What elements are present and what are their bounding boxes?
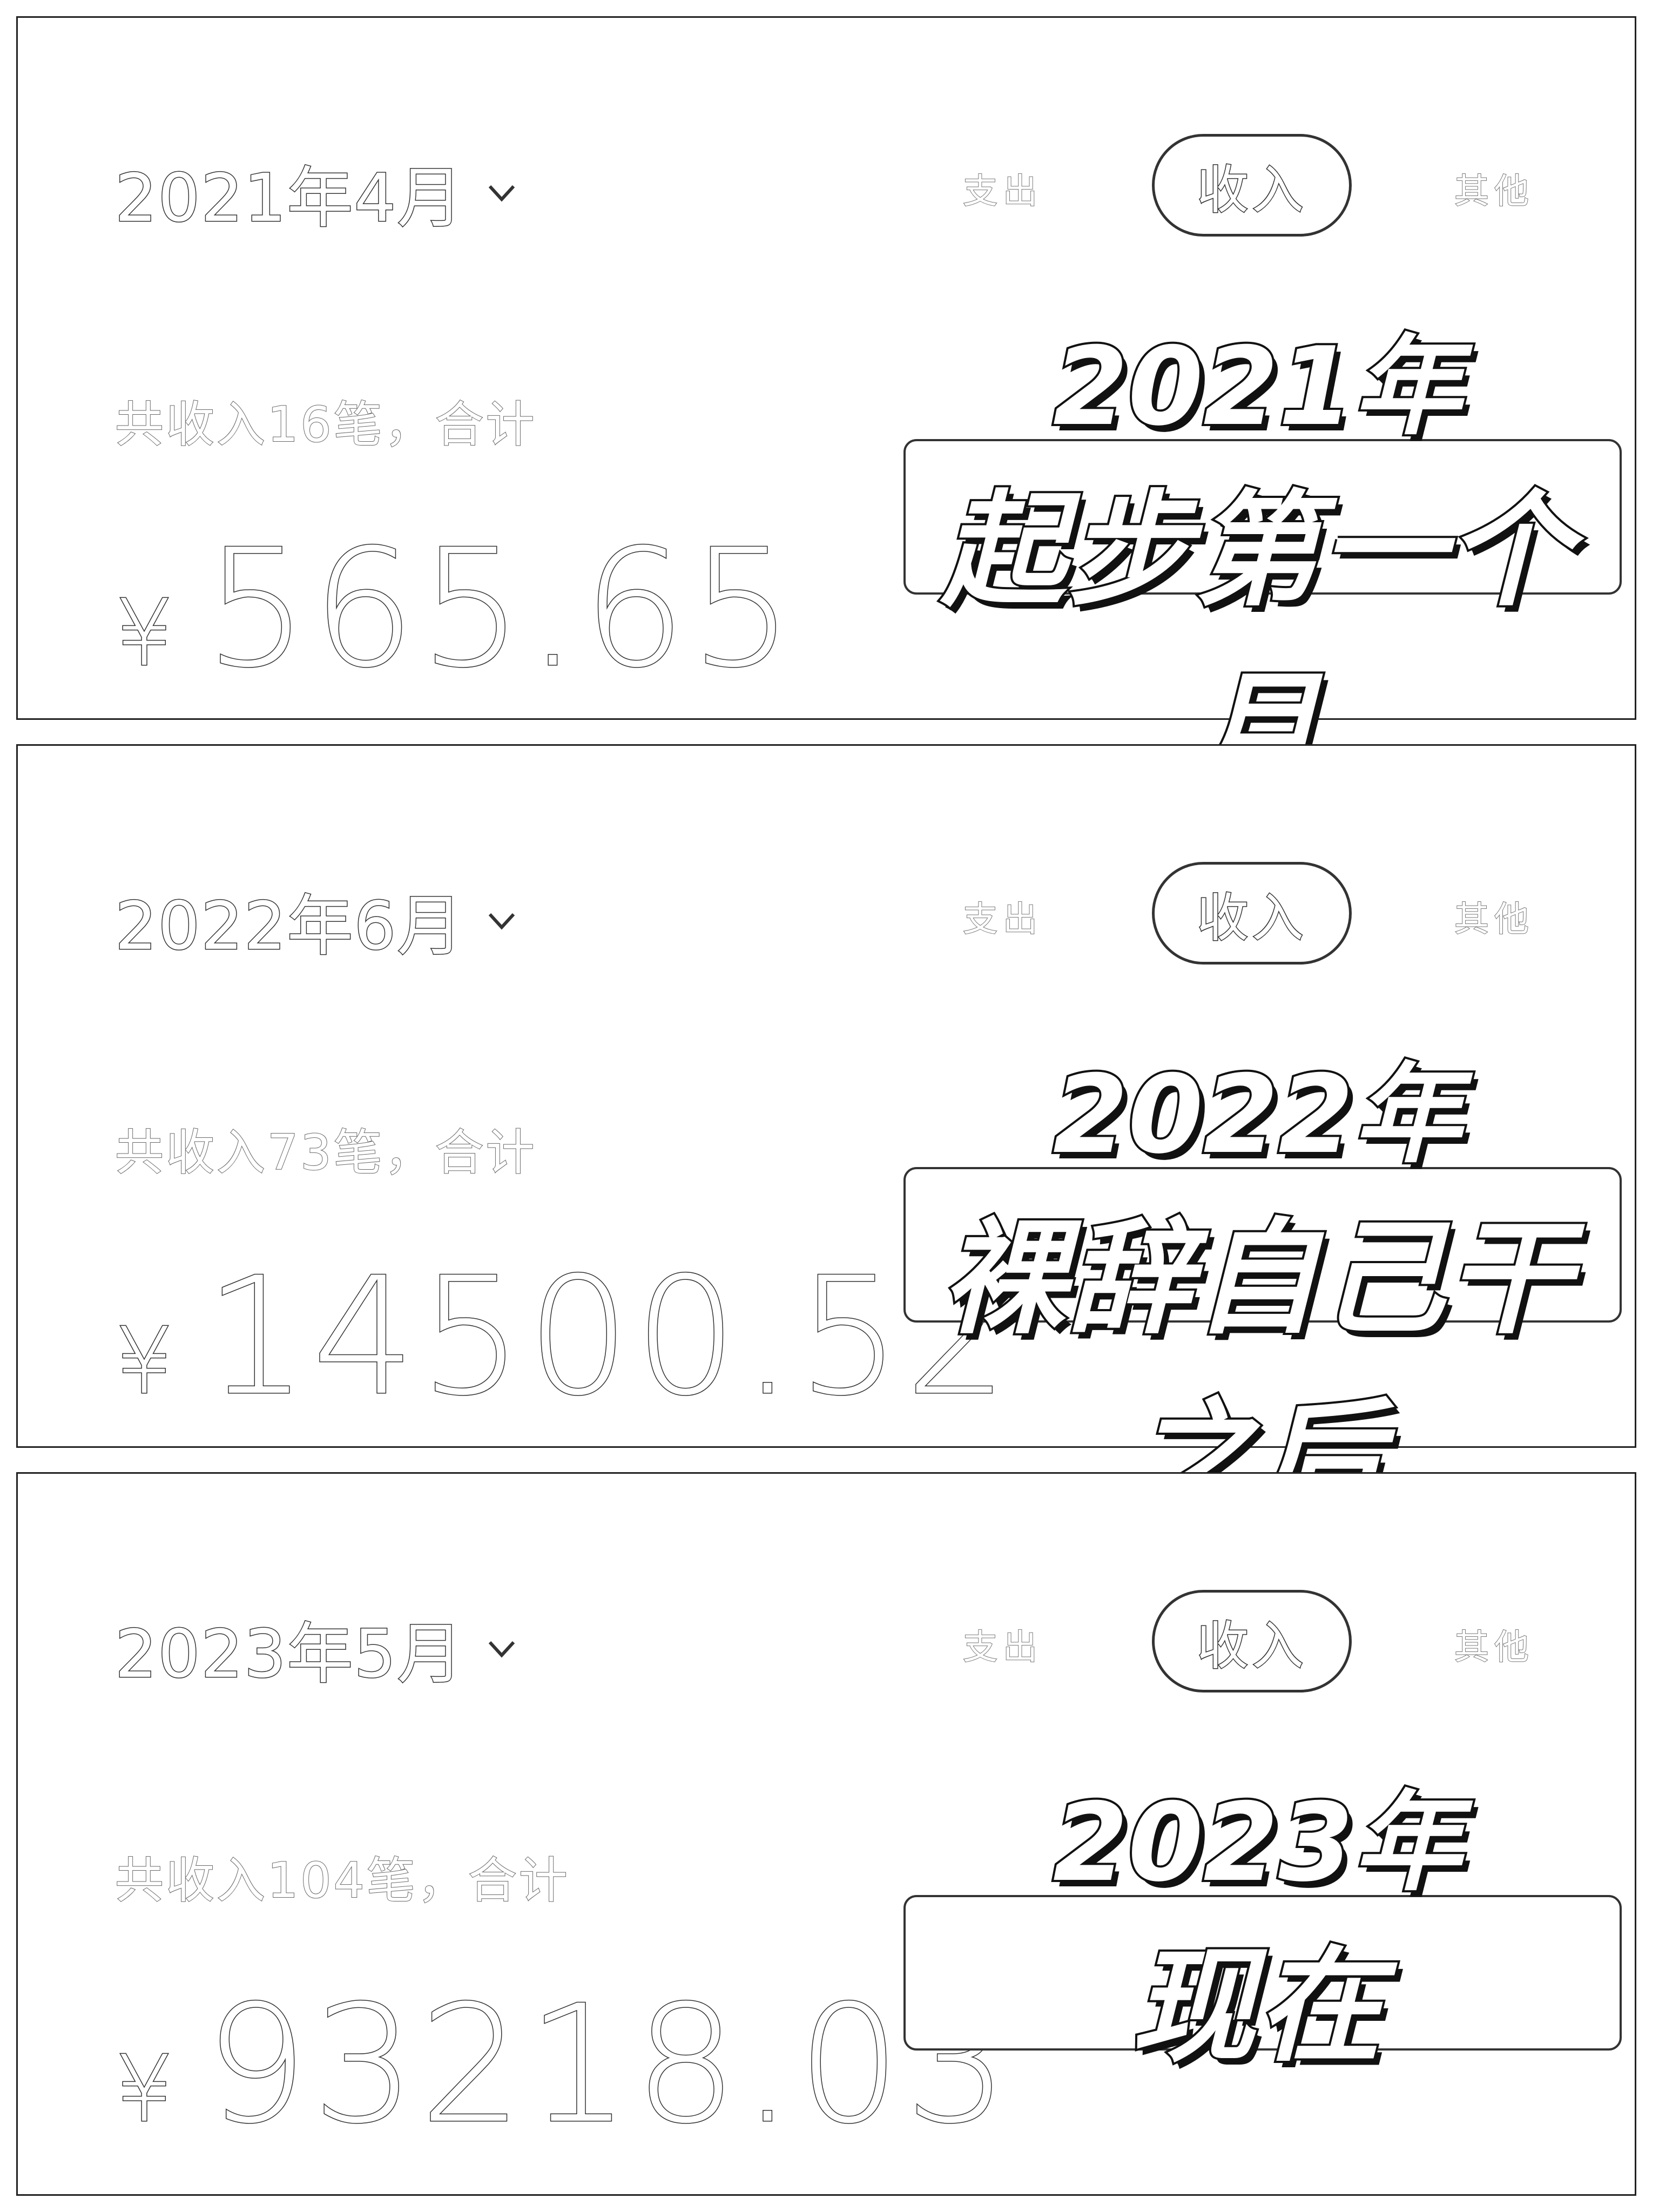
caption-year: 2021年 xyxy=(1051,322,1464,452)
income-card-2023: 2023年5月 支出 收入 其他 共收入104笔，合计 ¥ 93218.03 2… xyxy=(16,1472,1636,2196)
caption-year: 2023年 xyxy=(1051,1778,1464,1908)
month-selector[interactable]: 2022年6月 xyxy=(114,873,518,968)
tab-expense[interactable]: 支出 xyxy=(962,892,1043,941)
income-summary: 共收入16笔，合计 xyxy=(114,396,537,454)
tab-income[interactable]: 收入 xyxy=(1152,1590,1352,1692)
caption-badge: 2021年 起步第一个月 xyxy=(882,299,1633,805)
month-selector[interactable]: 2021年4月 xyxy=(114,145,518,240)
month-selector[interactable]: 2023年5月 xyxy=(114,1601,518,1696)
month-label: 2022年6月 xyxy=(114,887,464,966)
tab-expense[interactable]: 支出 xyxy=(962,164,1043,213)
income-total: ¥ 565.65 xyxy=(114,514,798,704)
caption-badge: 2022年 裸辞自己干之后 xyxy=(882,1027,1633,1533)
tab-expense[interactable]: 支出 xyxy=(962,1620,1043,1669)
income-total: ¥ 14500.52 xyxy=(114,1242,1013,1432)
caption-badge: 2023年 现在 xyxy=(882,1755,1633,2081)
tab-income[interactable]: 收入 xyxy=(1152,862,1352,965)
currency-symbol: ¥ xyxy=(114,1307,178,1416)
tab-other[interactable]: 其他 xyxy=(1454,164,1534,213)
income-summary: 共收入104笔，合计 xyxy=(114,1852,570,1910)
income-total: ¥ 93218.03 xyxy=(114,1970,1013,2160)
tab-other[interactable]: 其他 xyxy=(1454,1620,1534,1669)
income-summary: 共收入73笔，合计 xyxy=(114,1124,537,1182)
chevron-down-icon xyxy=(488,1641,515,1657)
income-card-2022: 2022年6月 支出 收入 其他 共收入73笔，合计 ¥ 14500.52 20… xyxy=(16,744,1636,1533)
currency-symbol: ¥ xyxy=(114,2035,178,2144)
amount-value: 565.65 xyxy=(204,514,798,704)
chevron-down-icon xyxy=(488,185,515,201)
tab-income[interactable]: 收入 xyxy=(1152,134,1352,237)
currency-symbol: ¥ xyxy=(114,579,178,688)
chevron-down-icon xyxy=(488,913,515,929)
month-label: 2021年4月 xyxy=(114,159,464,238)
income-card-2021: 2021年4月 支出 收入 其他 共收入16笔，合计 ¥ 565.65 2021… xyxy=(16,16,1636,805)
tab-other[interactable]: 其他 xyxy=(1454,892,1534,941)
caption-text: 现在 xyxy=(1129,1933,1384,2081)
caption-year: 2022年 xyxy=(1051,1050,1464,1180)
month-label: 2023年5月 xyxy=(114,1615,464,1694)
